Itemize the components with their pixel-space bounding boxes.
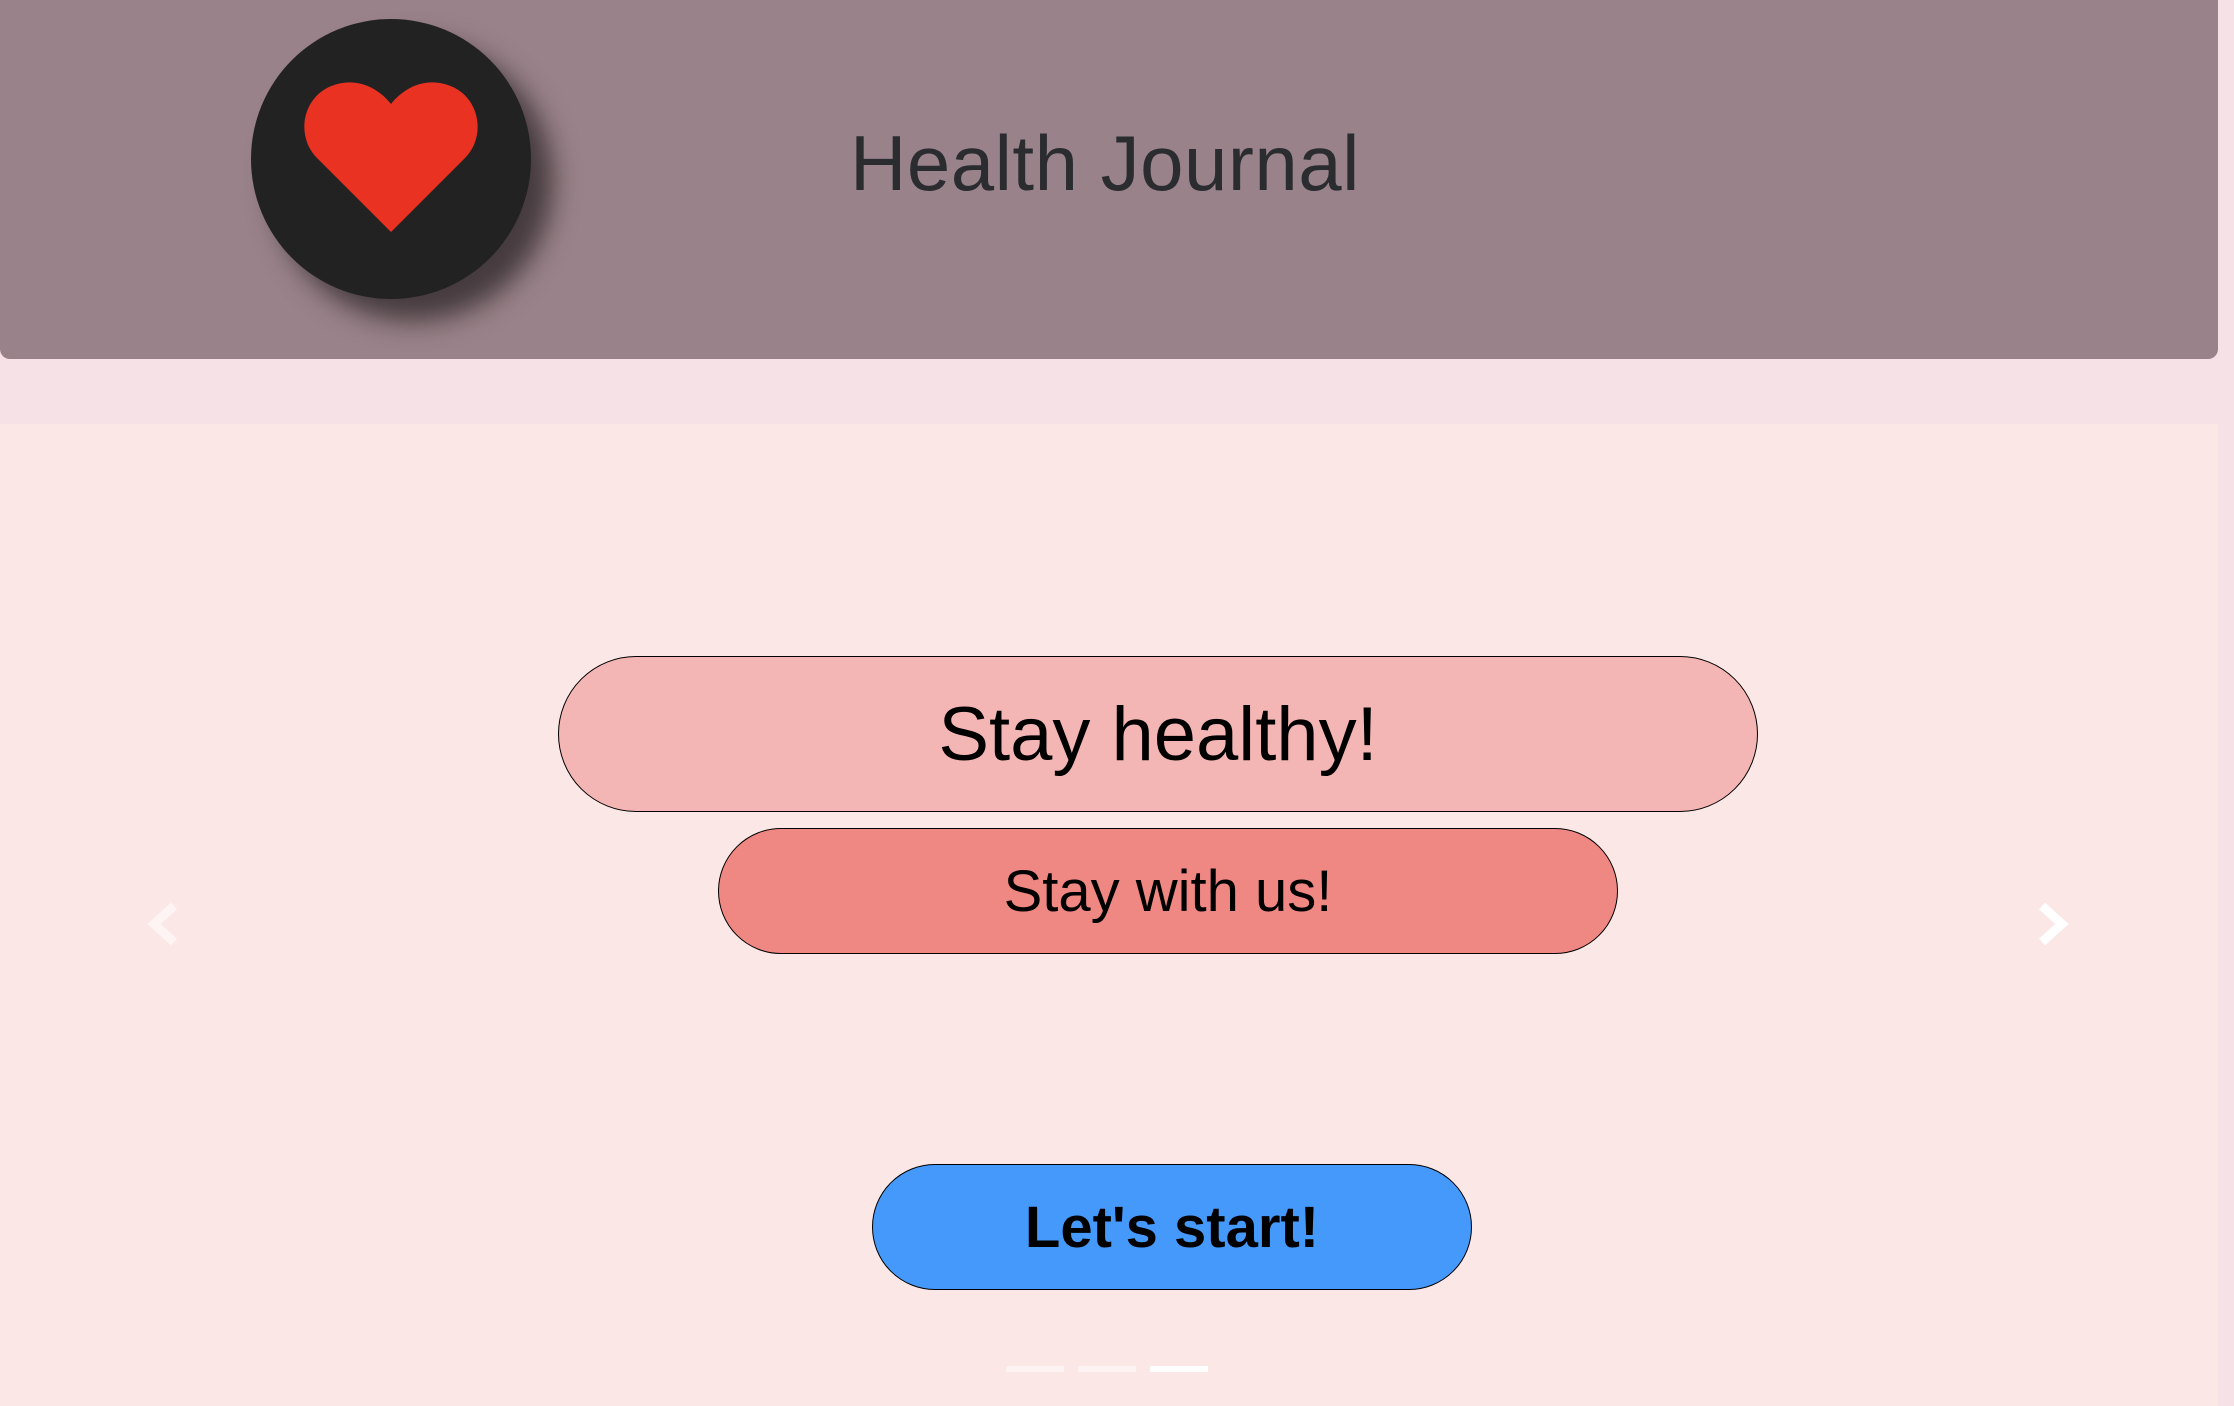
chevron-right-icon <box>2038 902 2069 946</box>
headline-banner: Stay healthy! <box>558 656 1758 812</box>
carousel-indicator-1[interactable] <box>1006 1366 1064 1372</box>
carousel-next-button[interactable] <box>2022 894 2082 954</box>
app-title: Health Journal <box>850 119 1360 207</box>
carousel-indicator-2[interactable] <box>1078 1366 1136 1372</box>
carousel-prev-button[interactable] <box>134 894 194 954</box>
subheadline-banner: Stay with us! <box>718 828 1618 954</box>
app-logo <box>251 19 531 299</box>
carousel-indicator-3[interactable] <box>1150 1366 1208 1372</box>
header: Health Journal <box>0 0 2218 359</box>
page: Health Journal Stay healthy! Stay with u… <box>0 0 2234 1406</box>
heart-icon <box>304 82 478 232</box>
start-button[interactable]: Let's start! <box>872 1164 1472 1290</box>
page-edge <box>2218 424 2234 1406</box>
welcome-carousel: Stay healthy! Stay with us! Let's start! <box>0 424 2218 1406</box>
chevron-left-icon <box>147 902 178 946</box>
carousel-indicators <box>1006 1366 1208 1372</box>
